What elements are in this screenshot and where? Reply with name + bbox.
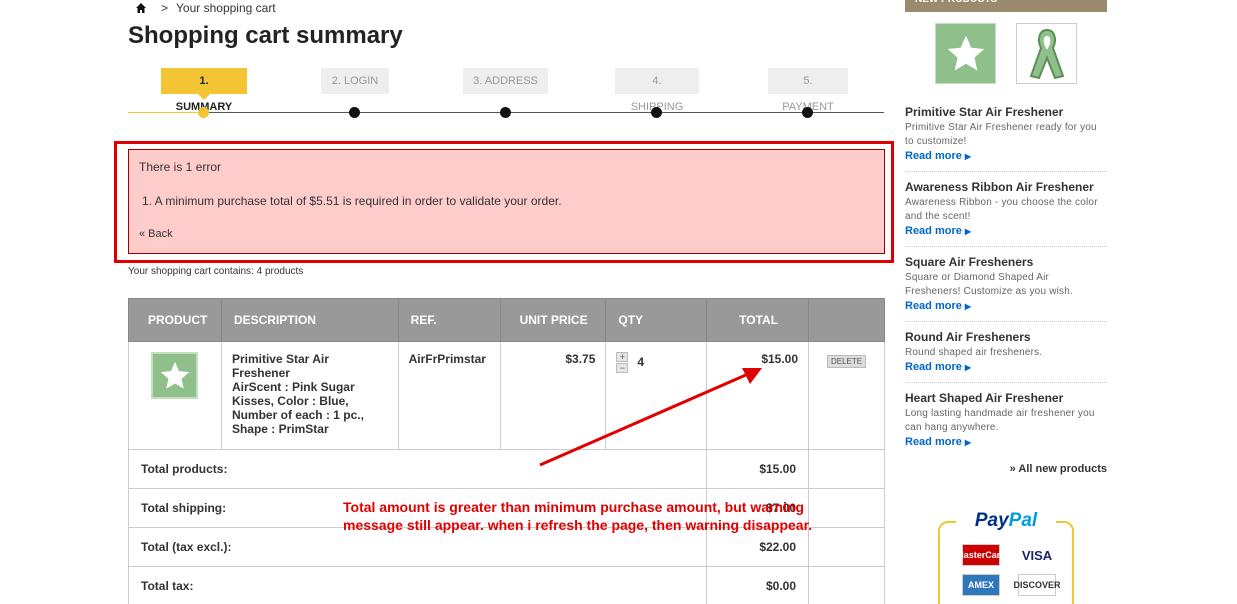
caret-right-icon: ▶ <box>964 302 972 311</box>
col-header-product: PRODUCT <box>128 298 222 342</box>
col-header-unit-price: UNIT PRICE <box>499 298 607 342</box>
paypal-logo: PayPal <box>956 510 1056 532</box>
delete-button[interactable]: DELETE <box>826 355 867 368</box>
caret-right-icon: ▶ <box>964 227 972 236</box>
side-product-title[interactable]: Round Air Fresheners <box>905 330 1107 344</box>
step-dot-payment <box>802 107 813 118</box>
side-product-title[interactable]: Primitive Star Air Freshener <box>905 105 1107 119</box>
product-thumbnail[interactable] <box>151 352 199 399</box>
total-label: Total tax: <box>127 566 708 604</box>
product-image-cell <box>128 341 222 450</box>
sidebar-new-products: NEW PRODUCTS Primitive Star Air Freshene… <box>905 0 1107 475</box>
product-description-cell: Primitive Star Air Freshener AirScent : … <box>220 341 399 450</box>
list-item: Square Air Fresheners Square or Diamond … <box>905 255 1107 322</box>
error-message: 1. A minimum purchase total of $5.51 is … <box>142 194 562 208</box>
table-header-row: PRODUCT DESCRIPTION REF. UNIT PRICE QTY … <box>128 298 885 342</box>
new-products-header: NEW PRODUCTS <box>905 0 1107 12</box>
col-header-ref: REF. <box>397 298 501 342</box>
col-header-actions <box>808 298 885 342</box>
amex-icon: AMEX <box>962 574 1000 596</box>
step-dot-login <box>349 107 360 118</box>
side-product-title[interactable]: Square Air Fresheners <box>905 255 1107 269</box>
step-payment[interactable]: 5. PAYMENT <box>768 68 848 113</box>
side-product-desc: Primitive Star Air Freshener ready for y… <box>905 122 1097 147</box>
discover-icon: DISCOVER <box>1014 574 1061 596</box>
product-attributes: AirScent : Pink Sugar Kisses, Color : Bl… <box>231 380 364 436</box>
star-icon <box>160 361 190 389</box>
all-new-products-link[interactable]: » All new products <box>905 463 1107 475</box>
col-header-total: TOTAL <box>706 298 810 342</box>
list-item: Round Air Fresheners Round shaped air fr… <box>905 330 1107 383</box>
annotation-arrow <box>539 368 762 467</box>
side-product-title[interactable]: Heart Shaped Air Freshener <box>905 391 1107 405</box>
home-icon[interactable] <box>135 2 147 14</box>
side-product-desc: Square or Diamond Shaped Air Fresheners!… <box>905 272 1073 297</box>
read-more-link[interactable]: Read more ▶ <box>905 300 1107 312</box>
step-dot-address <box>500 107 511 118</box>
new-product-thumb-ribbon[interactable] <box>1016 23 1077 84</box>
step-dot-shipping <box>651 107 662 118</box>
step-address[interactable]: 3. ADDRESS <box>463 68 548 94</box>
product-delete-cell: DELETE <box>808 341 885 450</box>
error-box: There is 1 error 1. A minimum purchase t… <box>128 149 885 254</box>
side-product-desc: Round shaped air fresheners. <box>905 347 1043 358</box>
side-product-title[interactable]: Awareness Ribbon Air Freshener <box>905 180 1107 194</box>
cart-table: PRODUCT DESCRIPTION REF. UNIT PRICE QTY … <box>127 298 885 604</box>
total-tax-row: Total tax: $0.00 <box>127 566 885 604</box>
annotation-note: Total amount is greater than minimum pur… <box>343 499 813 533</box>
col-header-qty: QTY <box>605 298 708 342</box>
side-product-desc: Awareness Ribbon - you choose the color … <box>905 197 1098 222</box>
total-value: $0.00 <box>706 566 810 604</box>
paypal-badge[interactable]: PayPal MasterCard VISA AMEX DISCOVER <box>938 510 1074 604</box>
cart-count: Your shopping cart contains: 4 products <box>128 266 304 277</box>
side-product-desc: Long lasting handmade air freshener you … <box>905 408 1095 433</box>
checkout-steps: 1. SUMMARY 2. LOGIN 3. ADDRESS 4. SHIPPI… <box>128 68 884 124</box>
star-icon <box>947 35 984 70</box>
page-title: Shopping cart summary <box>128 22 403 49</box>
list-item: Heart Shaped Air Freshener Long lasting … <box>905 391 1107 457</box>
read-more-link[interactable]: Read more ▶ <box>905 225 1107 237</box>
list-item: Awareness Ribbon Air Freshener Awareness… <box>905 180 1107 247</box>
breadcrumb: > Your shopping cart <box>135 1 276 15</box>
breadcrumb-current: Your shopping cart <box>176 1 276 15</box>
visa-icon: VISA <box>1021 547 1053 563</box>
caret-right-icon: ▶ <box>964 363 972 372</box>
back-link[interactable]: « Back <box>139 228 874 240</box>
product-ref: AirFrPrimstar <box>397 341 501 450</box>
caret-right-icon: ▶ <box>964 152 972 161</box>
read-more-link[interactable]: Read more ▶ <box>905 361 1107 373</box>
error-title: There is 1 error <box>139 160 222 174</box>
list-item: Primitive Star Air Freshener Primitive S… <box>905 105 1107 172</box>
awareness-ribbon-icon <box>1029 28 1064 79</box>
breadcrumb-separator: > <box>161 1 169 15</box>
total-products-row: Total products: $15.00 <box>127 449 885 489</box>
read-more-link[interactable]: Read more ▶ <box>905 150 1107 162</box>
new-product-thumb-star[interactable] <box>935 23 996 84</box>
step-shipping[interactable]: 4. SHIPPING <box>615 68 699 113</box>
read-more-link[interactable]: Read more ▶ <box>905 436 1107 448</box>
mastercard-icon: MasterCard <box>956 544 1006 566</box>
step-summary[interactable]: 1. SUMMARY <box>161 68 247 113</box>
product-name[interactable]: Primitive Star Air Freshener <box>232 352 388 380</box>
table-row: Primitive Star Air Freshener AirScent : … <box>128 341 885 450</box>
caret-right-icon: ▶ <box>964 438 972 447</box>
step-login[interactable]: 2. LOGIN <box>321 68 389 94</box>
col-header-description: DESCRIPTION <box>220 298 399 342</box>
step-dot-summary <box>198 107 209 118</box>
